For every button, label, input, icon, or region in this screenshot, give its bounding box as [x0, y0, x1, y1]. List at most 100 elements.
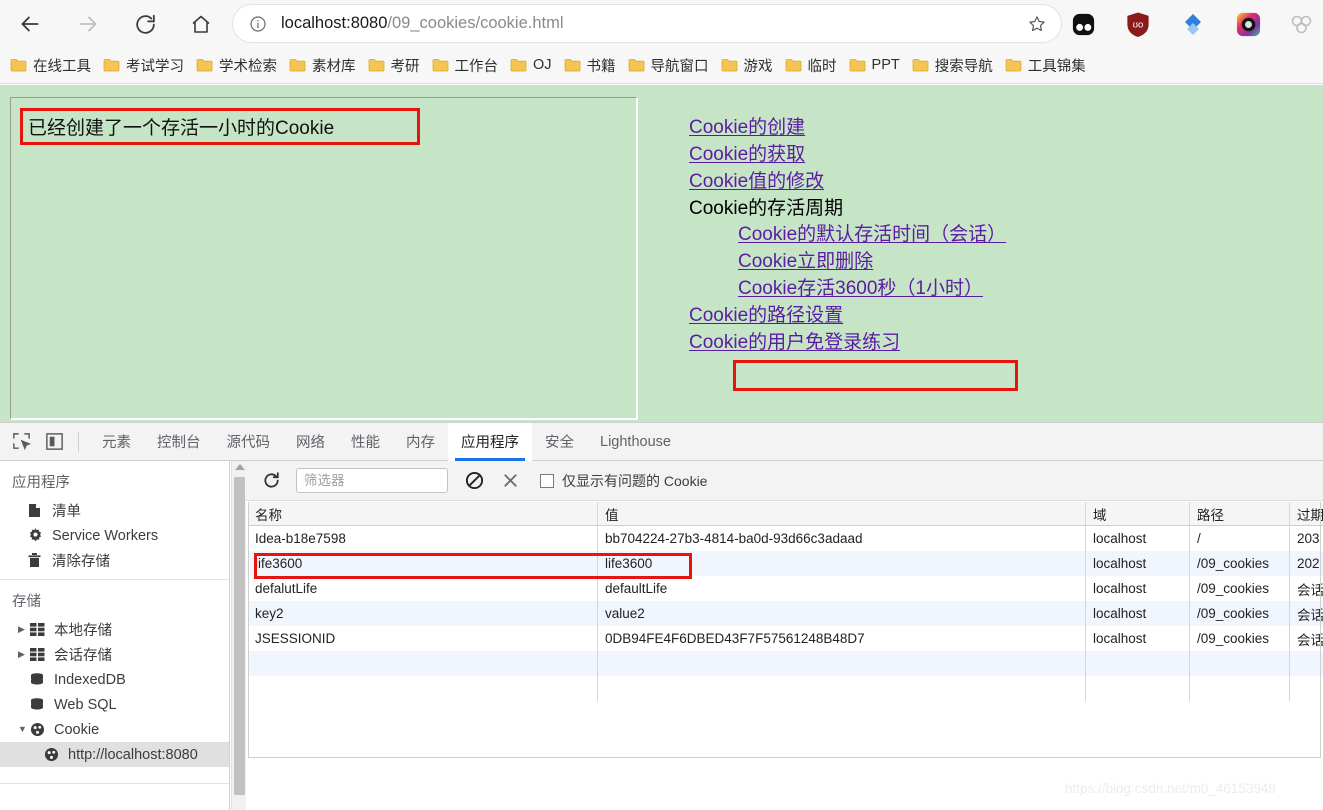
bookmark-item[interactable]: 在线工具 [10, 55, 91, 76]
table-row[interactable]: JSESSIONID 0DB94FE4F6DBED43F7F57561248B4… [248, 626, 1323, 651]
table-row[interactable]: key2 value2 localhost /09_cookies 会话 [248, 601, 1323, 626]
table-row[interactable]: defalutLife defaultLife localhost /09_co… [248, 576, 1323, 601]
sidebar-item-session-storage[interactable]: ▶ 会话存储 [0, 642, 229, 667]
only-problematic-cookies-toggle[interactable]: 仅显示有问题的 Cookie [540, 471, 707, 491]
tab-sources[interactable]: 源代码 [214, 423, 284, 461]
sidebar-divider [0, 783, 229, 784]
link-cookie-delete-now[interactable]: Cookie立即删除 [738, 251, 873, 272]
reload-button[interactable] [127, 6, 163, 42]
home-button[interactable] [183, 6, 219, 42]
bookmark-item[interactable]: 搜索导航 [912, 55, 993, 76]
list-item[interactable]: Cookie存活3600秒（1小时） [689, 276, 1289, 303]
cell-expires: 202 [1297, 556, 1320, 571]
tab-elements[interactable]: 元素 [89, 423, 144, 461]
tab-application[interactable]: 应用程序 [448, 422, 532, 461]
cell-name: key2 [248, 601, 598, 626]
star-icon[interactable] [1027, 14, 1047, 34]
list-item[interactable]: Cookie的获取 [689, 142, 1289, 169]
address-bar[interactable]: localhost:8080/09_cookies/cookie.html [233, 5, 1061, 42]
column-header-name[interactable]: 名称 [248, 502, 598, 525]
column-header-expires[interactable]: 过期 [1290, 502, 1323, 525]
trash-icon [28, 553, 46, 568]
tab-memory[interactable]: 内存 [393, 423, 448, 461]
scrollbar-thumb[interactable] [234, 477, 245, 795]
filter-input[interactable]: 筛选器 [296, 468, 448, 493]
table-row[interactable]: life3600 life3600 localhost /09_cookies … [248, 551, 1323, 576]
bookmark-item[interactable]: 导航窗口 [628, 55, 709, 76]
list-item[interactable]: Cookie的默认存活时间（会话） [689, 222, 1289, 249]
forward-button[interactable] [70, 6, 106, 42]
link-cookie-modify[interactable]: Cookie值的修改 [689, 171, 824, 192]
cell-domain: localhost [1086, 526, 1190, 551]
bookmark-item[interactable]: 考试学习 [103, 55, 184, 76]
tab-network[interactable]: 网络 [283, 423, 338, 461]
sidebar-scrollbar[interactable] [231, 461, 246, 810]
scroll-up-arrow-icon[interactable] [235, 464, 245, 470]
bookmark-item[interactable]: 素材库 [289, 55, 356, 76]
bookmark-item[interactable]: OJ [510, 57, 552, 73]
sidebar-item-manifest[interactable]: 清单 [0, 498, 229, 523]
column-header-path[interactable]: 路径 [1190, 502, 1290, 525]
bookmark-item[interactable]: 考研 [368, 55, 420, 76]
list-item[interactable]: Cookie的路径设置 [689, 303, 1289, 330]
checkbox-unchecked-icon[interactable] [540, 473, 554, 488]
dark-reader-extension-icon[interactable] [1068, 9, 1098, 39]
sidebar-item-local-storage[interactable]: ▶ 本地存储 [0, 617, 229, 642]
sidebar-item-indexeddb[interactable]: IndexedDB [0, 667, 229, 692]
list-item[interactable]: Cookie立即删除 [689, 249, 1289, 276]
link-cookie-path[interactable]: Cookie的路径设置 [689, 305, 843, 326]
table-row[interactable]: Idea-b18e7598 bb704224-27b3-4814-ba0d-93… [248, 526, 1323, 551]
list-item[interactable]: Cookie的用户免登录练习 [689, 330, 1289, 357]
bookmark-item[interactable]: 工具锦集 [1005, 55, 1086, 76]
tab-console[interactable]: 控制台 [144, 423, 214, 461]
sidebar-item-service-workers[interactable]: Service Workers [0, 523, 229, 548]
bookmark-label: 考研 [390, 58, 420, 75]
cell-expires: 会话 [1297, 607, 1323, 623]
sidebar-item-cookie[interactable]: ▼ Cookie [0, 717, 229, 742]
bookmark-label: 搜索导航 [934, 58, 993, 75]
blue-diamond-extension-icon[interactable] [1178, 9, 1208, 39]
tab-security[interactable]: 安全 [532, 423, 587, 461]
list-item[interactable]: Cookie值的修改 [689, 169, 1289, 196]
link-cookie-auto-login[interactable]: Cookie的用户免登录练习 [689, 332, 900, 353]
puzzle-piece-icon [1291, 15, 1312, 34]
link-cookie-get[interactable]: Cookie的获取 [689, 144, 805, 165]
link-cookie-default-life[interactable]: Cookie的默认存活时间（会话） [738, 224, 1006, 245]
clear-all-cookies-button[interactable] [462, 469, 486, 493]
delete-selected-cookie-button[interactable] [498, 469, 522, 493]
sidebar-item-clear-storage[interactable]: 清除存储 [0, 548, 229, 573]
diamond-arrow-icon [1185, 14, 1201, 35]
link-cookie-life-3600[interactable]: Cookie存活3600秒（1小时） [738, 278, 983, 299]
tab-performance[interactable]: 性能 [338, 423, 393, 461]
bookmark-item[interactable]: 游戏 [721, 55, 773, 76]
ublock-origin-extension-icon[interactable]: ʊᴏ [1123, 9, 1153, 39]
camera-extension-icon[interactable] [1233, 9, 1263, 39]
bookmark-item[interactable]: 工作台 [432, 55, 498, 76]
sidebar-item-cookie-origin[interactable]: http://localhost:8080 [0, 742, 229, 767]
column-header-domain[interactable]: 域 [1086, 502, 1190, 525]
link-cookie-create[interactable]: Cookie的创建 [689, 117, 805, 138]
inspect-element-button[interactable] [9, 430, 33, 454]
url-host: localhost:8080 [281, 14, 388, 32]
puzzle-extensions-icon[interactable] [1288, 9, 1318, 39]
chevron-down-icon[interactable]: ▼ [18, 725, 30, 734]
bookmark-item[interactable]: 临时 [785, 55, 837, 76]
list-item[interactable]: Cookie的创建 [689, 115, 1289, 142]
bookmark-item[interactable]: 书籍 [564, 55, 616, 76]
sidebar-item-web-sql[interactable]: Web SQL [0, 692, 229, 717]
bookmark-label: 书籍 [586, 58, 616, 75]
chevron-right-icon[interactable]: ▶ [18, 650, 30, 659]
bookmark-item[interactable]: PPT [849, 57, 900, 73]
back-button[interactable] [12, 6, 48, 42]
cell-expires: 203 [1297, 531, 1320, 546]
refresh-button[interactable] [258, 468, 284, 494]
column-header-value[interactable]: 值 [598, 502, 1086, 525]
cell-path: /09_cookies [1190, 576, 1290, 601]
tab-lighthouse[interactable]: Lighthouse [587, 423, 684, 461]
page-textarea[interactable]: 已经创建了一个存活一小时的Cookie [10, 97, 638, 420]
cookie-icon [44, 747, 62, 762]
bookmark-item[interactable]: 学术检索 [196, 55, 277, 76]
chevron-right-icon[interactable]: ▶ [18, 625, 30, 634]
info-circle-icon[interactable] [249, 15, 267, 33]
device-toolbar-button[interactable] [42, 430, 66, 454]
